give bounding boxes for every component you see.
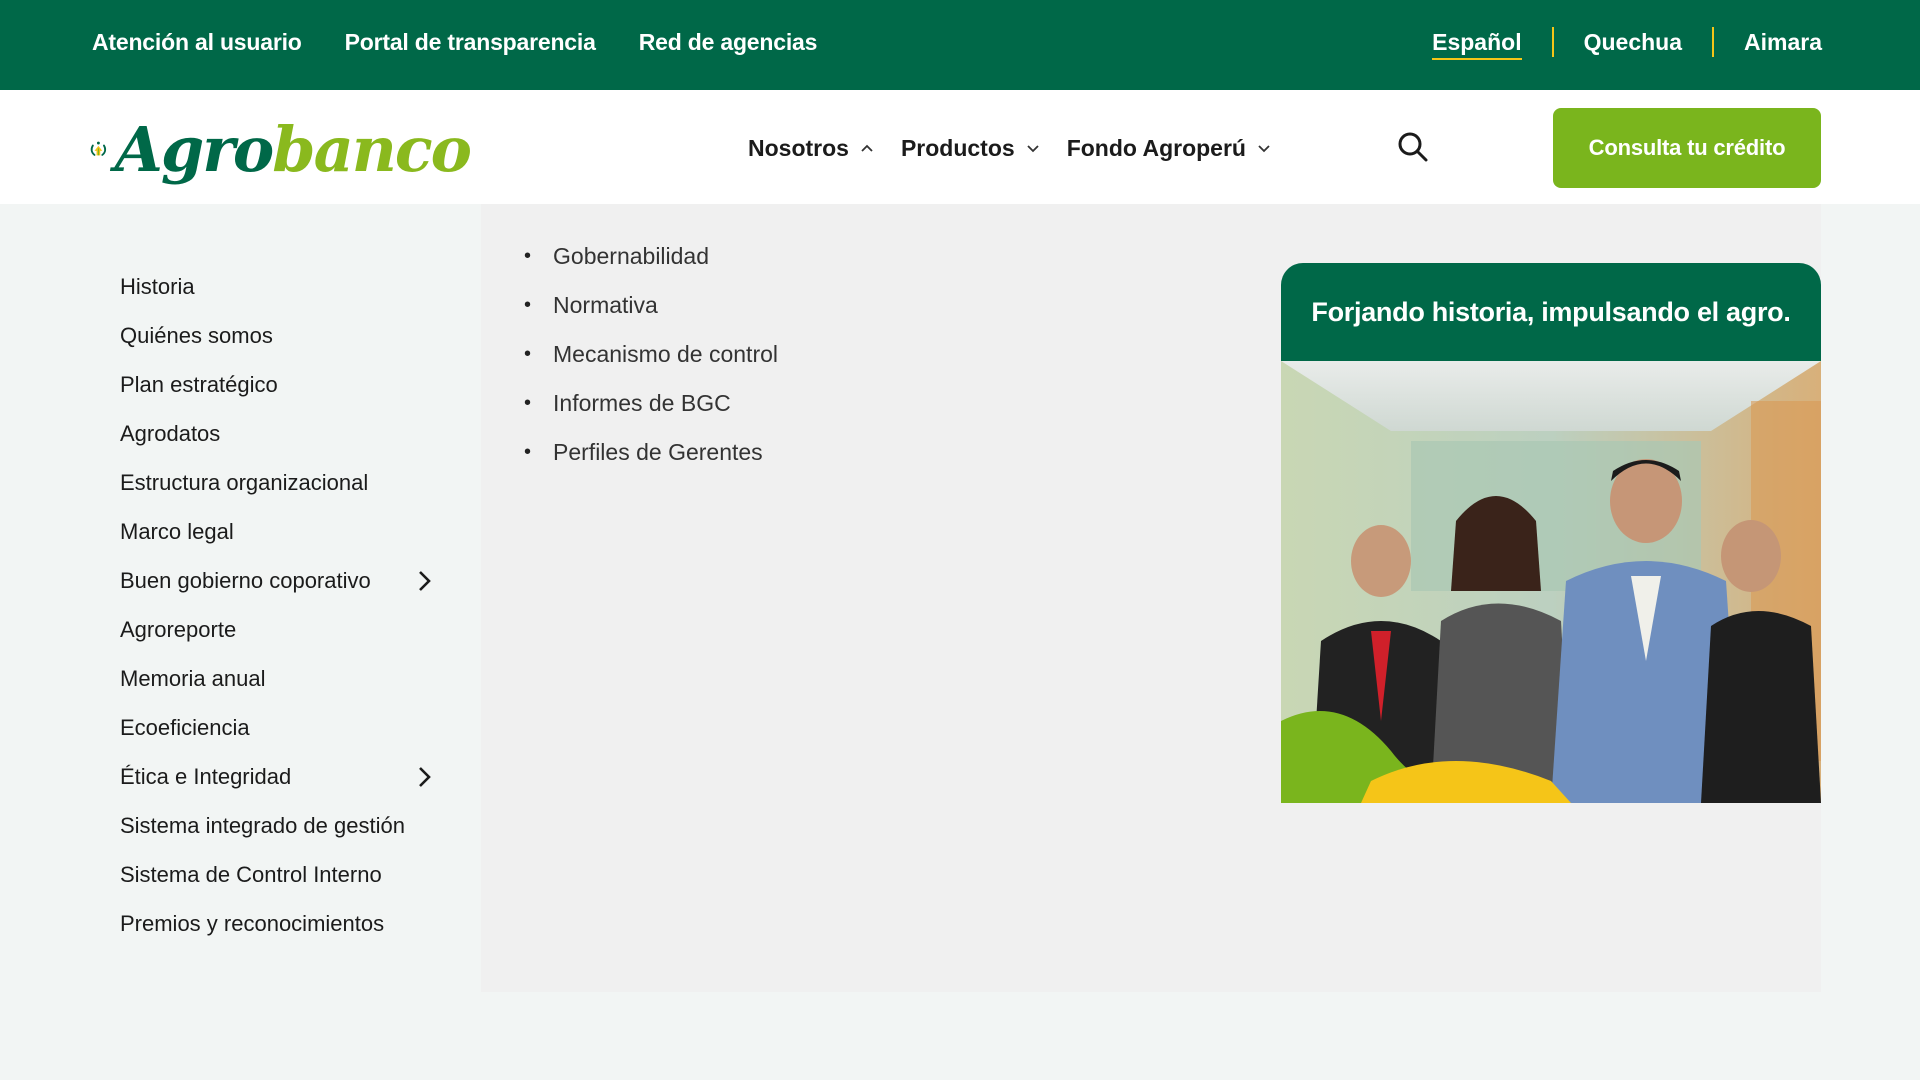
nav-productos[interactable]: Productos (901, 135, 1041, 162)
nosotros-menu-list: Historia Quiénes somos Plan estratégico … (120, 262, 450, 948)
menu-item-label: Agrodatos (120, 420, 221, 446)
menu-item-sistema-integrado[interactable]: Sistema integrado de gestión (120, 801, 450, 850)
language-switcher: Español Quechua Aimara (1402, 0, 1822, 84)
chevron-right-icon (419, 570, 431, 591)
agrobanco-wordmark: Agrobanco (114, 112, 472, 186)
chevron-right-icon (419, 766, 431, 787)
menu-item-agroreporte[interactable]: Agroreporte (120, 605, 450, 654)
link-portal-transparencia[interactable]: Portal de transparencia (345, 29, 596, 56)
team-photo-illustration (1281, 361, 1821, 803)
link-red-agencias[interactable]: Red de agencias (639, 29, 818, 56)
submenu-item-normativa[interactable]: Normativa (522, 281, 778, 330)
lang-aimara[interactable]: Aimara (1714, 29, 1822, 56)
utility-links: Atención al usuario Portal de transparen… (92, 0, 817, 84)
logo-agro: Agro (114, 112, 274, 186)
nav-productos-label: Productos (900, 134, 1015, 161)
menu-item-label: Plan estratégico (120, 371, 278, 397)
menu-item-ecoeficiencia[interactable]: Ecoeficiencia (120, 703, 450, 752)
menu-item-label: Sistema integrado de gestión (120, 812, 405, 838)
search-icon[interactable] (1396, 130, 1430, 164)
submenu-item-perfiles-gerentes[interactable]: Perfiles de Gerentes (522, 428, 778, 477)
menu-item-label: Agroreporte (120, 616, 237, 642)
nav-fondo-agroperu-label: Fondo Agroperú (1066, 134, 1246, 161)
menu-item-etica-integridad[interactable]: Ética e Integridad (120, 752, 450, 801)
submenu-item-informes-bgc[interactable]: Informes de BGC (522, 379, 778, 428)
menu-item-marco-legal[interactable]: Marco legal (120, 507, 450, 556)
submenu-item-mecanismo-control[interactable]: Mecanismo de control (522, 330, 778, 379)
chevron-down-icon (1258, 145, 1270, 153)
nav-nosotros-label: Nosotros (748, 134, 849, 161)
nav-fondo-agroperu[interactable]: Fondo Agroperú (1067, 135, 1272, 162)
buen-gobierno-submenu: Gobernabilidad Normativa Mecanismo de co… (522, 232, 778, 477)
menu-item-label: Memoria anual (120, 665, 266, 691)
menu-item-label: Estructura organizacional (120, 469, 369, 495)
agrobanco-logo[interactable]: Agrobanco (90, 104, 472, 194)
menu-item-label: Ética e Integridad (120, 763, 292, 789)
promo-title: Forjando historia, impulsando el agro. (1281, 263, 1821, 361)
menu-item-control-interno[interactable]: Sistema de Control Interno (120, 850, 450, 899)
agrobanco-logo-mark-icon (90, 141, 107, 156)
menu-item-plan-estrategico[interactable]: Plan estratégico (120, 360, 450, 409)
lang-espanol-label: Español (1432, 28, 1522, 60)
menu-item-quienes-somos[interactable]: Quiénes somos (120, 311, 450, 360)
top-utility-bar: Atención al usuario Portal de transparen… (0, 0, 1920, 90)
submenu-item-gobernabilidad[interactable]: Gobernabilidad (522, 232, 778, 281)
promo-card[interactable]: Forjando historia, impulsando el agro. (1281, 263, 1821, 803)
menu-item-label: Ecoeficiencia (120, 714, 250, 740)
nav-nosotros[interactable]: Nosotros (748, 135, 875, 162)
menu-item-memoria-anual[interactable]: Memoria anual (120, 654, 450, 703)
promo-team-photo (1281, 361, 1821, 803)
main-header: Agrobanco Nosotros Productos Fondo Agrop… (0, 90, 1920, 204)
menu-item-agrodatos[interactable]: Agrodatos (120, 409, 450, 458)
menu-item-label: Premios y reconocimientos (120, 910, 385, 936)
lang-espanol[interactable]: Español (1402, 28, 1551, 60)
chevron-up-icon (861, 144, 873, 152)
menu-item-estructura-organizacional[interactable]: Estructura organizacional (120, 458, 450, 507)
menu-item-historia[interactable]: Historia (120, 262, 450, 311)
menu-item-buen-gobierno[interactable]: Buen gobierno coporativo (120, 556, 450, 605)
main-nav: Nosotros Productos Fondo Agroperú (748, 120, 1272, 176)
chevron-down-icon (1027, 145, 1039, 153)
menu-item-label: Quiénes somos (120, 322, 273, 348)
consulta-credito-button[interactable]: Consulta tu crédito (1553, 108, 1821, 188)
menu-item-label: Sistema de Control Interno (120, 861, 382, 887)
logo-banco: banco (272, 112, 472, 186)
menu-item-label: Marco legal (120, 518, 234, 544)
lang-quechua[interactable]: Quechua (1554, 29, 1712, 56)
menu-item-label: Historia (120, 273, 195, 299)
menu-item-premios[interactable]: Premios y reconocimientos (120, 899, 450, 948)
link-atencion-usuario[interactable]: Atención al usuario (92, 29, 302, 56)
menu-item-label: Buen gobierno coporativo (120, 567, 371, 593)
